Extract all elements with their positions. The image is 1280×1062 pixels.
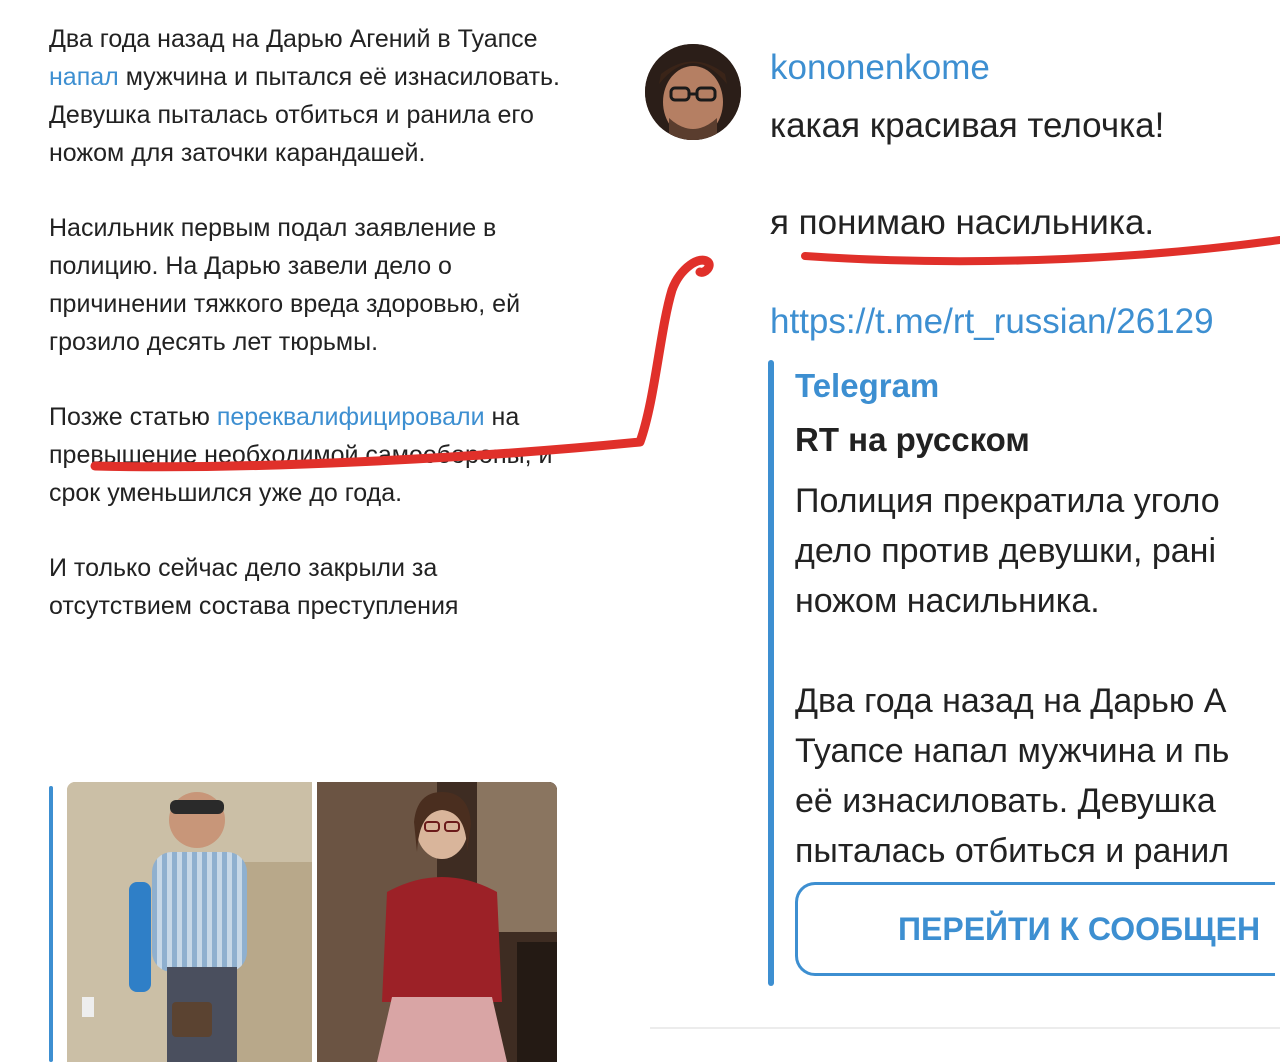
link-requalified[interactable]: переквалифицировали (217, 403, 485, 431)
paragraph-4: И только сейчас дело закрыли за отсутств… (49, 554, 459, 620)
paragraph-1-start: Два года назад на Дарью Агений в Туапсе (49, 25, 538, 53)
embed-desc-line: Полиция прекратила уголо (795, 482, 1220, 520)
paragraph-3-start: Позже статью (49, 403, 217, 431)
paragraph-1-end: мужчина и пытался её изнасиловать. Девуш… (49, 63, 560, 167)
embed-desc-line: ножом насильника. (795, 582, 1100, 620)
left-post-panel: Два года назад на Дарью Агений в Туапсе … (0, 0, 630, 1062)
embed-desc-line: Туапсе напал мужчина и пь (795, 732, 1230, 770)
post-text: Два года назад на Дарью Агений в Туапсе … (49, 20, 569, 662)
paragraph-2: Насильник первым подал заявление в полиц… (49, 214, 521, 356)
avatar-face (645, 44, 741, 140)
photo-woman-drawing (317, 782, 557, 1062)
comment-username[interactable]: kononenkome (770, 48, 990, 88)
embed-desc-gap (795, 626, 1229, 676)
comment-panel: kononenkome какая красивая телочка! я по… (640, 0, 1280, 1056)
photo-man[interactable] (67, 782, 312, 1062)
photo-woman[interactable] (317, 782, 557, 1062)
user-avatar[interactable] (645, 44, 741, 140)
embed-desc-line: Два года назад на Дарью А (795, 682, 1227, 720)
bottom-divider (650, 1027, 1280, 1029)
embed-desc-line: её изнасиловать. Девушка (795, 782, 1216, 820)
embed-accent-bar (768, 360, 774, 986)
embed-site-name: Telegram (795, 367, 940, 404)
comment-line-2: я понимаю насильника. (770, 203, 1155, 242)
comment-url-link[interactable]: https://t.me/rt_russian/26129 (770, 302, 1214, 342)
embed-description: Полиция прекратила уголо дело против дев… (795, 476, 1229, 876)
go-to-message-button[interactable]: ПЕРЕЙТИ К СООБЩЕН (795, 882, 1275, 976)
paragraph-1: Два года назад на Дарью Агений в Туапсе … (49, 20, 569, 172)
embed-desc-line: пыталась отбиться и ранил (795, 832, 1230, 870)
post-media (49, 782, 557, 1062)
photo-man-drawing (67, 782, 312, 1062)
quote-bar (49, 786, 53, 1062)
comment-line-1: какая красивая телочка! (770, 106, 1165, 145)
embed-desc-line: дело против девушки, рані (795, 532, 1216, 570)
link-napal[interactable]: напал (49, 63, 119, 91)
embed-title: RT на русском (795, 421, 1030, 458)
paragraph-3: Позже статью переквалифицировали на прев… (49, 398, 569, 512)
